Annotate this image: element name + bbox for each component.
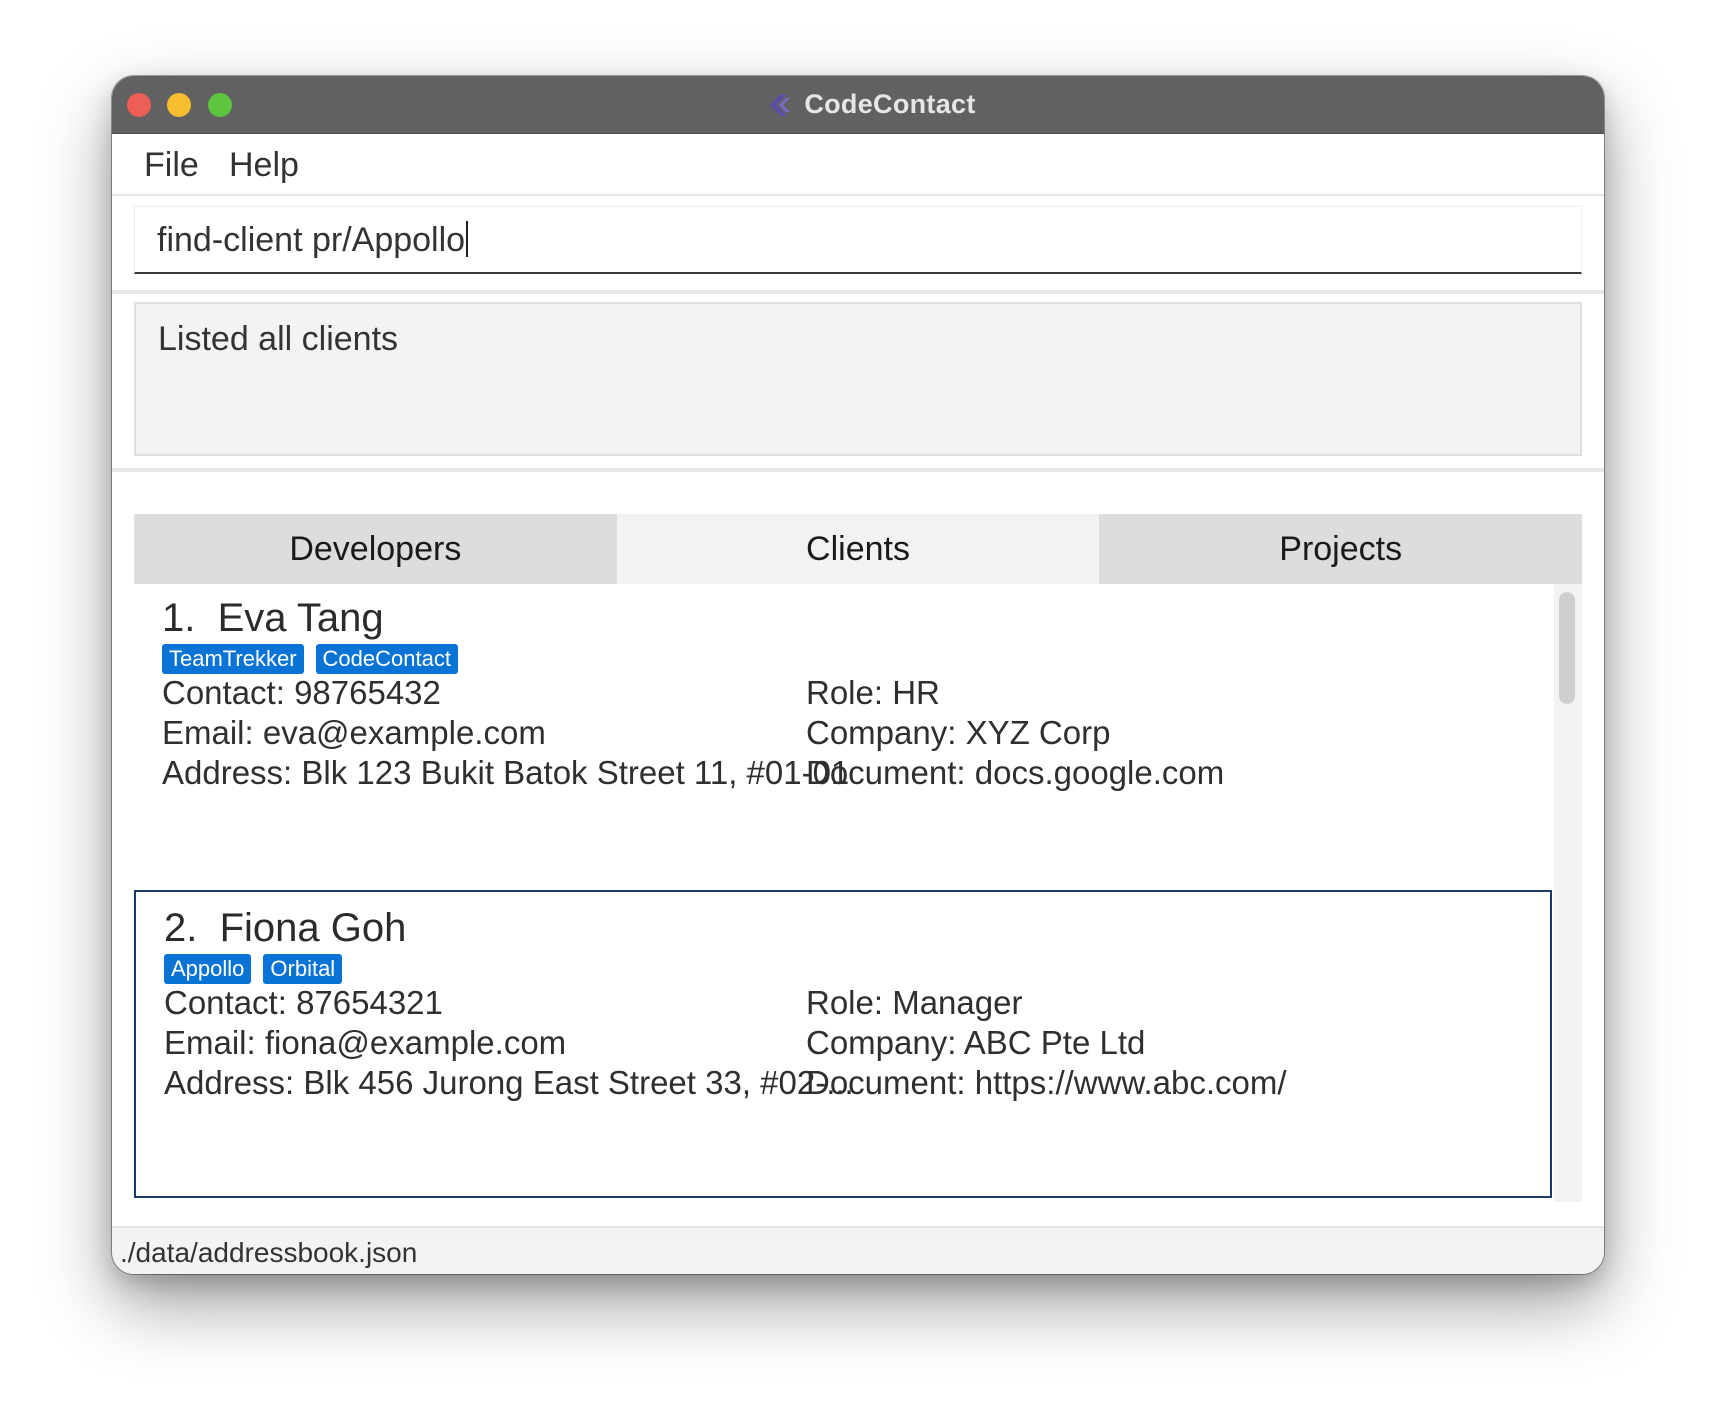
client-email: Email: eva@example.com	[162, 714, 546, 751]
result-display: Listed all clients	[134, 302, 1582, 456]
client-contact: Contact: 98765432	[162, 674, 441, 711]
command-box-area: find-client pr/Appollo	[112, 196, 1604, 294]
client-name-line: 2. Fiona Goh	[164, 906, 406, 951]
tag: CodeContact	[315, 644, 458, 674]
tab-projects[interactable]: Projects	[1099, 514, 1583, 584]
command-text: find-client pr/Appollo	[157, 221, 466, 259]
scrollbar-track[interactable]	[1554, 584, 1582, 1202]
tab-clients[interactable]: Clients	[616, 514, 1100, 584]
client-card-selected[interactable]: 2. Fiona Goh Appollo Orbital Contact: 87…	[134, 890, 1552, 1198]
tag: Appollo	[164, 954, 252, 984]
tag-list: TeamTrekker CodeContact	[162, 644, 458, 674]
command-input[interactable]: find-client pr/Appollo	[134, 206, 1582, 274]
menu-help[interactable]: Help	[229, 146, 299, 185]
client-name: Eva Tang	[217, 596, 384, 640]
menu-bar: File Help	[112, 134, 1604, 196]
tab-bar: Developers Clients Projects	[134, 514, 1583, 584]
tag: TeamTrekker	[162, 644, 304, 674]
client-address: Address: Blk 123 Bukit Batok Street 11, …	[162, 754, 850, 791]
app-window: CodeContact File Help find-client pr/App…	[112, 76, 1604, 1274]
title-wrap: CodeContact	[112, 76, 1604, 133]
text-caret	[466, 221, 469, 257]
client-company: Company: XYZ Corp	[806, 714, 1111, 751]
client-name: Fiona Goh	[219, 906, 407, 950]
client-index: 1.	[162, 596, 196, 640]
tab-developers[interactable]: Developers	[134, 514, 617, 584]
client-role: Role: HR	[806, 674, 940, 711]
title-bar[interactable]: CodeContact	[112, 76, 1604, 134]
tag-list: Appollo Orbital	[164, 954, 343, 984]
client-role: Role: Manager	[806, 984, 1023, 1021]
client-contact: Contact: 87654321	[164, 984, 443, 1021]
menu-file[interactable]: File	[144, 146, 199, 185]
client-list[interactable]: 1. Eva Tang TeamTrekker CodeContact Cont…	[134, 584, 1582, 1202]
save-location: ./data/addressbook.json	[120, 1237, 418, 1268]
client-company: Company: ABC Pte Ltd	[806, 1024, 1146, 1061]
client-document: Document: docs.google.com	[806, 754, 1225, 791]
client-index: 2.	[164, 906, 198, 950]
result-display-area: Listed all clients	[112, 294, 1604, 472]
client-card[interactable]: 1. Eva Tang TeamTrekker CodeContact Cont…	[134, 584, 1552, 884]
scrollbar-thumb[interactable]	[1559, 592, 1575, 704]
client-email: Email: fiona@example.com	[164, 1024, 567, 1061]
client-document: Document: https://www.abc.com/	[806, 1064, 1287, 1101]
tag: Orbital	[263, 954, 343, 984]
status-bar: ./data/addressbook.json	[112, 1226, 1604, 1274]
app-logo-icon	[770, 93, 791, 116]
client-name-line: 1. Eva Tang	[162, 596, 384, 641]
window-title: CodeContact	[804, 89, 976, 119]
result-message: Listed all clients	[158, 320, 399, 358]
client-address: Address: Blk 456 Jurong East Street 33, …	[164, 1064, 854, 1101]
